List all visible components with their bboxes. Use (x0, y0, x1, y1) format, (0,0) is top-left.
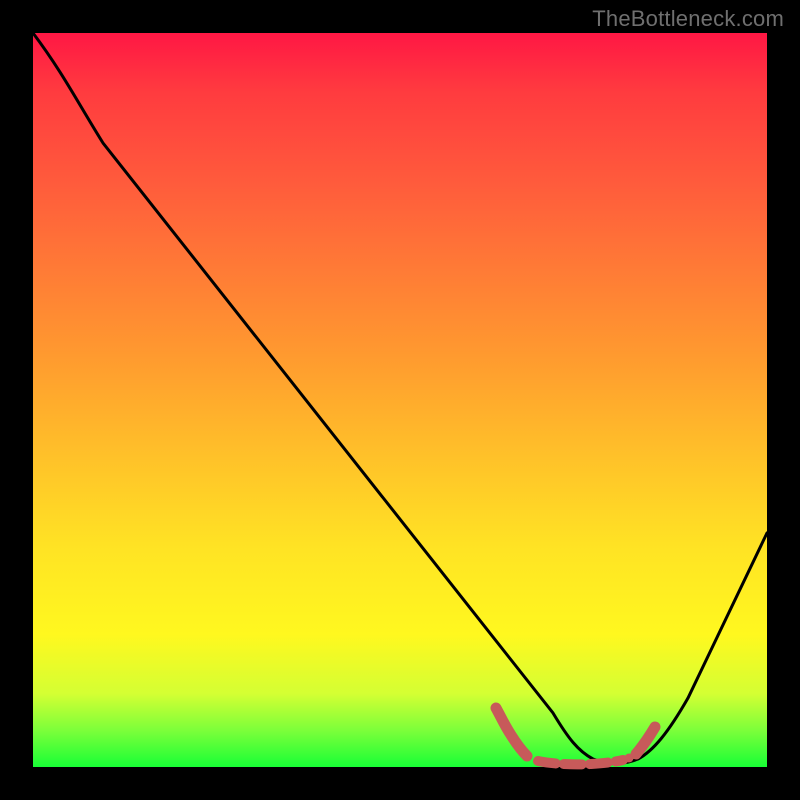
optimal-range-marker-left (496, 708, 527, 756)
chart-svg (33, 33, 767, 767)
chart-frame: TheBottleneck.com (0, 0, 800, 800)
optimal-range-marker-mid (538, 760, 623, 764)
watermark-text: TheBottleneck.com (592, 6, 784, 32)
optimal-range-dot (625, 754, 634, 763)
bottleneck-curve (33, 33, 767, 764)
